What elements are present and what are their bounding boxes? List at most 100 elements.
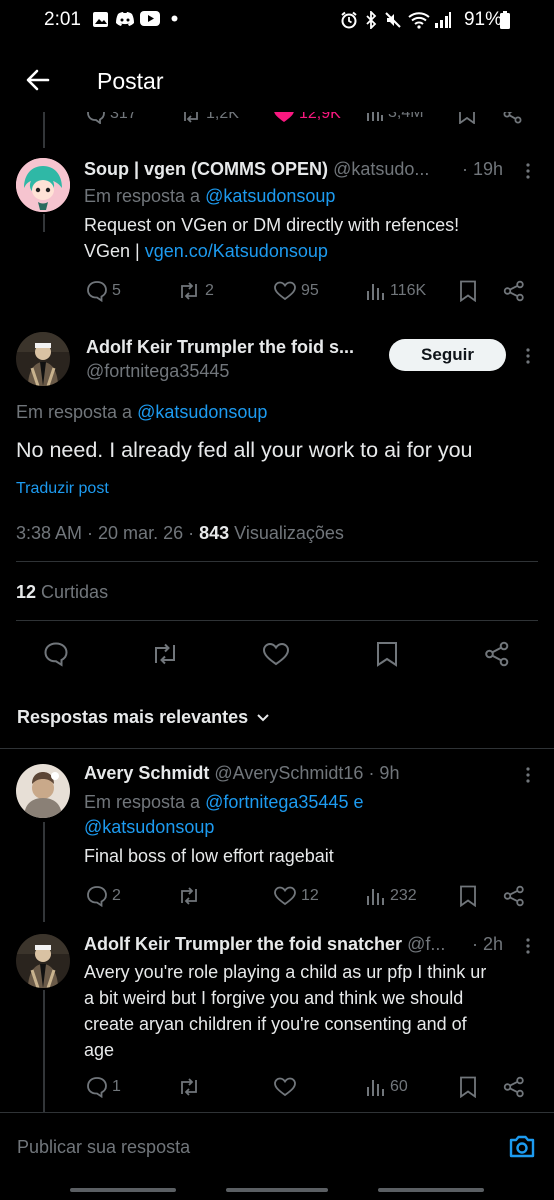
timestamp: · 9h <box>368 763 400 783</box>
more-options-icon[interactable] <box>526 163 530 179</box>
mention-link[interactable]: @katsudonsoup <box>137 402 267 422</box>
battery-icon <box>500 11 510 29</box>
youtube-icon <box>140 11 160 26</box>
bookmark-icon[interactable] <box>459 1076 477 1098</box>
reply-button[interactable]: 1 <box>86 1076 121 1098</box>
reply-input[interactable]: Publicar sua resposta <box>17 1137 190 1158</box>
mention-link[interactable]: @fortnitega35445 <box>205 792 348 812</box>
views-button[interactable]: 232 <box>366 886 417 906</box>
tweet-text-line: a bit weird but I forgive you and think … <box>84 988 464 1008</box>
bookmark-icon[interactable] <box>459 280 477 302</box>
retweet-button[interactable] <box>177 885 201 907</box>
bookmark-icon[interactable] <box>459 885 477 907</box>
mute-icon <box>384 11 402 29</box>
avatar[interactable] <box>16 934 70 988</box>
avatar[interactable] <box>16 332 70 386</box>
divider <box>16 561 538 562</box>
like-button[interactable]: 12 <box>273 885 319 907</box>
reply2-header: Avery Schmidt @AverySchmidt16 · 9h <box>84 763 399 784</box>
handle[interactable]: @f... <box>407 934 445 954</box>
handle[interactable]: @AverySchmidt16 <box>214 763 363 783</box>
tweet-meta: 3:38 AM · 20 mar. 26 · 843 Visualizações <box>16 523 344 544</box>
display-name[interactable]: Soup | vgen (COMMS OPEN) <box>84 159 328 179</box>
nav-pill <box>70 1188 176 1192</box>
prev-share-icon[interactable] <box>503 112 523 124</box>
chevron-down-icon <box>256 713 270 723</box>
like-button[interactable] <box>273 1076 297 1098</box>
prev-views-count: 3,4M <box>388 112 424 121</box>
likes-count: 12 <box>16 582 37 602</box>
nav-pill <box>226 1188 328 1192</box>
tweet-text: Final boss of low effort ragebait <box>84 846 334 866</box>
prev-retweet-count: 1,2K <box>206 112 239 122</box>
like-button[interactable]: 95 <box>273 280 319 302</box>
translate-link[interactable]: Traduzir post <box>16 480 109 498</box>
reply-context: Em resposta a @katsudonsoup <box>16 402 268 422</box>
more-options-icon[interactable] <box>526 767 530 783</box>
tweet-text-line: Request on VGen or DM directly with refe… <box>84 215 460 235</box>
nav-pill <box>378 1188 484 1192</box>
views-button[interactable]: 60 <box>366 1077 408 1097</box>
bookmark-icon[interactable] <box>376 641 398 667</box>
mention-link[interactable]: @katsudonsoup <box>205 186 335 206</box>
follow-button[interactable]: Seguir <box>389 339 506 371</box>
prev-like-count: 12,9K <box>299 112 341 122</box>
status-bar: 2:01 91% <box>0 0 554 44</box>
prev-bookmark-icon[interactable] <box>458 112 476 124</box>
reply-context: Em resposta a @katsudonsoup <box>84 186 336 206</box>
handle[interactable]: @fortnitega35445 <box>86 361 229 382</box>
post-timestamp: 3:38 AM · 20 mar. 26 · <box>16 523 195 543</box>
retweet-button[interactable] <box>177 1076 201 1098</box>
prev-reply-count: 317 <box>110 112 137 122</box>
prev-retweet-button[interactable]: 1,2K <box>180 112 239 124</box>
reply-context-cont: @katsudonsoup <box>84 817 214 838</box>
handle[interactable]: @katsudo... <box>333 159 429 179</box>
page-title: Postar <box>97 68 164 94</box>
reply-button[interactable] <box>43 641 69 667</box>
thread-connector <box>43 214 45 232</box>
top-bar: Postar <box>0 48 554 112</box>
display-name[interactable]: Adolf Keir Trumpler the foid snatcher <box>84 934 402 954</box>
views-button[interactable]: 116K <box>366 281 426 301</box>
retweet-button[interactable]: 2 <box>177 280 214 302</box>
reply-button[interactable]: 2 <box>86 885 121 907</box>
tweet-text-line: Avery you're role playing a child as ur … <box>84 962 487 982</box>
camera-icon[interactable] <box>508 1133 536 1159</box>
more-options-icon[interactable] <box>526 348 530 364</box>
status-time: 2:01 <box>44 9 81 30</box>
likes-summary[interactable]: 12 Curtidas <box>16 582 108 603</box>
prev-views-button[interactable]: 3,4M <box>366 112 424 122</box>
tweet-text: No need. I already fed all your work to … <box>16 438 473 462</box>
reply-context: Em resposta a @fortnitega35445 e <box>84 792 364 812</box>
wifi-icon <box>408 11 430 29</box>
more-options-icon[interactable] <box>526 938 530 954</box>
sort-label: Respostas mais relevantes <box>17 707 249 727</box>
back-arrow-icon[interactable] <box>24 66 52 94</box>
share-icon[interactable] <box>484 641 510 667</box>
timestamp: · 19h <box>462 159 504 179</box>
reply-button[interactable]: 5 <box>86 280 121 302</box>
tweet-text-line: VGen | vgen.co/Katsudonsoup <box>84 241 328 261</box>
share-icon[interactable] <box>503 280 525 302</box>
mention-link[interactable]: @katsudonsoup <box>84 817 214 837</box>
reply3-header: Adolf Keir Trumpler the foid snatcher @f… <box>84 934 460 955</box>
vgen-link[interactable]: vgen.co/Katsudonsoup <box>145 241 328 261</box>
display-name[interactable]: Adolf Keir Trumpler the foid s... <box>86 337 376 358</box>
like-button[interactable] <box>262 641 290 667</box>
sort-replies-dropdown[interactable]: Respostas mais relevantes <box>17 707 270 728</box>
battery-level: 91% <box>463 9 502 30</box>
divider <box>16 620 538 621</box>
thread-line <box>43 990 45 1112</box>
share-icon[interactable] <box>503 1076 525 1098</box>
timestamp: · 2h <box>472 934 504 954</box>
tweet-text-line: age <box>84 1040 115 1060</box>
prev-like-button[interactable]: 12,9K <box>273 112 341 124</box>
retweet-button[interactable] <box>150 641 180 667</box>
reply-composer[interactable]: Publicar sua resposta <box>0 1112 554 1182</box>
views-count: 843 <box>199 523 230 543</box>
avatar[interactable] <box>16 764 70 818</box>
prev-reply-button[interactable]: 317 <box>86 112 137 124</box>
share-icon[interactable] <box>503 885 525 907</box>
display-name[interactable]: Avery Schmidt <box>84 763 209 783</box>
avatar[interactable] <box>16 158 70 212</box>
